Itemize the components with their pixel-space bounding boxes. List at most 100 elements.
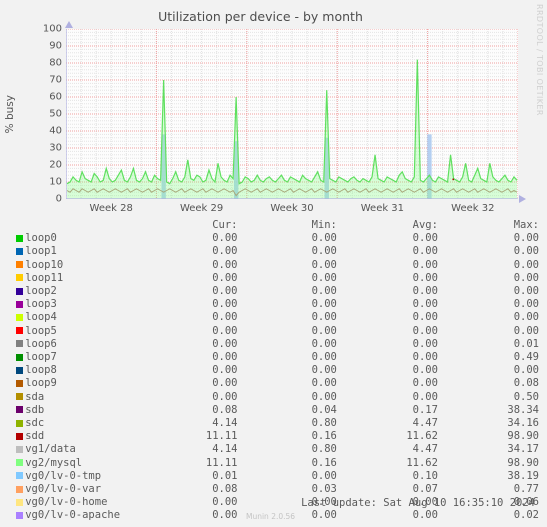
legend-device-name[interactable]: loop6: [25, 338, 136, 351]
legend-value-avg: 0.00: [412, 324, 438, 337]
legend-row[interactable]: loop7 0.00 0.00 0.00 0.49: [4, 351, 539, 364]
legend-value-cur: 11.11: [205, 456, 238, 469]
legend-device-name[interactable]: loop8: [25, 364, 136, 377]
legend-device-name[interactable]: sdb: [25, 404, 136, 417]
legend-value-cur: 0.00: [212, 377, 238, 390]
legend-header-row: Cur: Min: Avg: Max:: [4, 219, 539, 232]
legend-row[interactable]: sdb 0.08 0.04 0.17 38.34: [4, 404, 539, 417]
legend-value-avg: 0.00: [412, 390, 438, 403]
legend-row[interactable]: vg0/lv-0-tmp 0.01 0.00 0.10 38.19: [4, 470, 539, 483]
color-swatch-icon: [16, 261, 23, 269]
legend-device-name[interactable]: loop3: [25, 298, 136, 311]
legend-row[interactable]: loop2 0.00 0.00 0.00 0.00: [4, 285, 539, 298]
legend-value-min: 0.00: [311, 258, 337, 271]
legend-device-name[interactable]: vg0/lv-0-apache: [25, 509, 136, 522]
legend-value-max: 0.00: [513, 324, 539, 337]
legend-row[interactable]: vg0/lv-0-var 0.08 0.03 0.07 0.77: [4, 483, 539, 496]
legend-row[interactable]: loop0 0.00 0.00 0.00 0.00: [4, 232, 539, 245]
legend-row[interactable]: loop5 0.00 0.00 0.00 0.00: [4, 325, 539, 338]
legend-row[interactable]: loop11 0.00 0.00 0.00 0.00: [4, 272, 539, 285]
legend-color-swatch: [4, 311, 25, 324]
legend-device-name[interactable]: vg1/data: [25, 443, 136, 456]
legend-header-name: [25, 219, 136, 232]
legend-value-min: 0.00: [311, 390, 337, 403]
legend-device-name[interactable]: vg0/lv-0-var: [25, 483, 136, 496]
legend-color-swatch: [4, 404, 25, 417]
legend-device-name[interactable]: vg0/lv-0-tmp: [25, 470, 136, 483]
legend-device-name[interactable]: sdd: [25, 430, 136, 443]
color-swatch-icon: [16, 459, 23, 467]
legend-color-swatch: [4, 259, 25, 272]
legend-header-max: Max:: [513, 219, 539, 231]
legend-value-max: 0.49: [513, 351, 539, 364]
legend-value-cur: 11.11: [205, 430, 238, 443]
legend-row[interactable]: loop6 0.00 0.00 0.00 0.01: [4, 338, 539, 351]
legend-row[interactable]: loop4 0.00 0.00 0.00 0.00: [4, 311, 539, 324]
legend-device-name[interactable]: loop7: [25, 351, 136, 364]
legend-body: loop0 0.00 0.00 0.00 0.00 loop1 0.00 0.00 0.00 0.…: [4, 232, 539, 522]
legend-color-swatch: [4, 325, 25, 338]
legend-value-avg: 0.00: [412, 245, 438, 258]
legend-value-min: 0.80: [311, 443, 337, 456]
legend-device-name[interactable]: loop1: [25, 245, 136, 258]
legend-table-container: Cur: Min: Avg: Max: loop0 0.00 0.00 0.00 0.0…: [0, 219, 547, 523]
legend-value-min: 0.00: [311, 311, 337, 324]
y-axis-tick-label: 90: [49, 40, 62, 52]
legend-row[interactable]: sda 0.00 0.00 0.00 0.50: [4, 391, 539, 404]
chart-plot-area: 0 10 20 30 40 50 60 70 80 90 100 Week 28 Week 29 Wee…: [43, 21, 526, 214]
legend-device-name[interactable]: loop5: [25, 325, 136, 338]
legend-row[interactable]: vg2/mysql 11.11 0.16 11.62 98.90: [4, 457, 539, 470]
y-axis-tick-label: 60: [49, 91, 62, 103]
legend-header-cur: Cur:: [212, 219, 238, 231]
legend-device-name[interactable]: loop2: [25, 285, 136, 298]
legend-device-name[interactable]: loop4: [25, 311, 136, 324]
legend-row[interactable]: sdd 11.11 0.16 11.62 98.90: [4, 430, 539, 443]
legend-device-name[interactable]: loop10: [25, 259, 136, 272]
legend-value-max: 0.00: [513, 311, 539, 324]
legend-device-name[interactable]: sda: [25, 391, 136, 404]
y-axis-tick-label: 30: [49, 142, 62, 154]
legend-value-min: 0.00: [311, 324, 337, 337]
legend-value-avg: 0.07: [412, 483, 438, 496]
color-swatch-icon: [16, 327, 23, 335]
legend-value-cur: 0.00: [212, 324, 238, 337]
legend-color-swatch: [4, 443, 25, 456]
legend-row[interactable]: sdc 4.14 0.80 4.47 34.16: [4, 417, 539, 430]
color-swatch-icon: [16, 234, 23, 242]
legend-value-cur: 0.00: [212, 509, 238, 522]
legend-value-max: 0.00: [513, 245, 539, 258]
color-swatch-icon: [16, 366, 23, 374]
color-swatch-icon: [16, 300, 23, 308]
last-update-text: Last update: Sat Aug 10 16:35:10 2024: [301, 497, 535, 509]
color-swatch-icon: [16, 393, 23, 401]
legend-device-name[interactable]: sdc: [25, 417, 136, 430]
legend-value-cur: 0.08: [212, 403, 238, 416]
legend-value-avg: 0.00: [412, 311, 438, 324]
legend-color-swatch: [4, 285, 25, 298]
legend-row[interactable]: loop8 0.00 0.00 0.00 0.00: [4, 364, 539, 377]
y-axis-tick-label: 80: [49, 57, 62, 69]
legend-value-max: 38.34: [507, 403, 539, 416]
legend-value-max: 0.50: [513, 390, 539, 403]
legend-device-name[interactable]: loop9: [25, 377, 136, 390]
legend-value-avg: 0.00: [412, 271, 438, 284]
legend-color-swatch: [4, 272, 25, 285]
x-axis-tick-label: Week 32: [451, 203, 495, 214]
legend-value-min: 0.00: [311, 337, 337, 350]
legend-device-name[interactable]: vg2/mysql: [25, 457, 136, 470]
legend-value-cur: 0.00: [212, 285, 238, 298]
color-swatch-icon: [16, 445, 23, 453]
legend-row[interactable]: loop1 0.00 0.00 0.00 0.00: [4, 245, 539, 258]
legend-value-cur: 0.00: [212, 298, 238, 311]
legend-row[interactable]: loop9 0.00 0.00 0.00 0.08: [4, 377, 539, 390]
legend-row[interactable]: vg1/data 4.14 0.80 4.47 34.17: [4, 443, 539, 456]
legend-device-name[interactable]: loop11: [25, 272, 136, 285]
legend-device-name[interactable]: loop0: [25, 232, 136, 245]
color-swatch-icon: [16, 379, 23, 387]
y-axis-tick-label: 100: [42, 23, 62, 35]
legend-value-cur: 0.00: [212, 351, 238, 364]
legend-value-avg: 0.00: [412, 337, 438, 350]
rrdtool-watermark: RRDTOOL / TOBI OETIKER: [535, 4, 544, 116]
legend-row[interactable]: loop3 0.00 0.00 0.00 0.00: [4, 298, 539, 311]
legend-row[interactable]: loop10 0.00 0.00 0.00 0.00: [4, 259, 539, 272]
